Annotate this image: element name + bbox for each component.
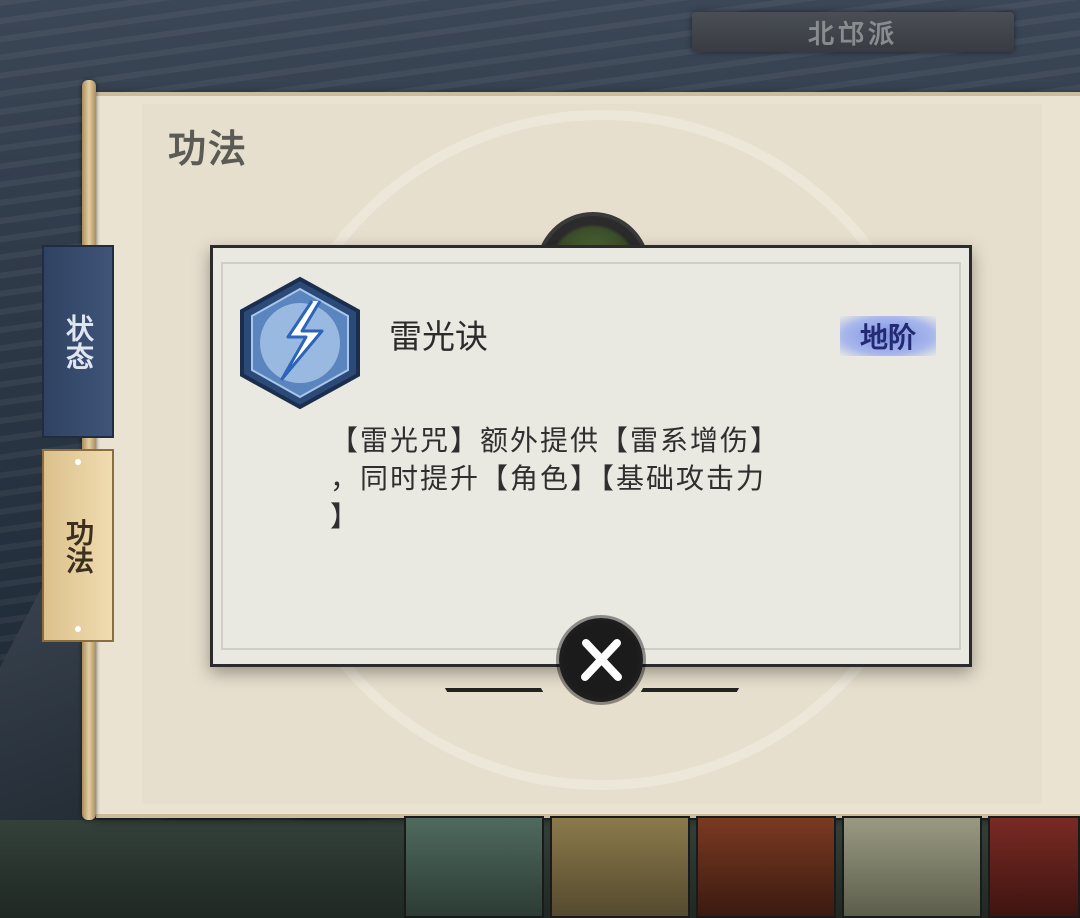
- dialog-ribbon-left: [428, 660, 544, 692]
- faction-name: 北邙派: [807, 19, 898, 50]
- skill-card[interactable]: [404, 816, 544, 918]
- skill-card[interactable]: [842, 816, 982, 918]
- dialog-ribbon-right: [640, 660, 756, 692]
- skill-card[interactable]: [696, 816, 836, 918]
- description-line: ，同时提升【角色】【基础攻击力: [330, 462, 767, 495]
- close-button[interactable]: [559, 618, 643, 702]
- skill-description: 【雷光咒】额外提供【雷系增伤】 ，同时提升【角色】【基础攻击力 】: [330, 422, 840, 536]
- skill-card[interactable]: [988, 816, 1080, 918]
- close-icon: [581, 639, 622, 681]
- rank-badge: 地阶: [840, 316, 936, 356]
- skill-card[interactable]: [550, 816, 690, 918]
- panel-title: 功法: [168, 126, 249, 171]
- faction-plate: 北邙派: [692, 12, 1014, 52]
- lightning-bolt-icon: [240, 276, 360, 410]
- description-line: 【雷光咒】额外提供【雷系增伤】: [330, 424, 781, 457]
- tab-gongfa[interactable]: 功法: [42, 449, 114, 642]
- tab-status[interactable]: 状态: [42, 245, 114, 438]
- skill-name: 雷光诀: [389, 317, 488, 356]
- description-line: 】: [330, 500, 361, 533]
